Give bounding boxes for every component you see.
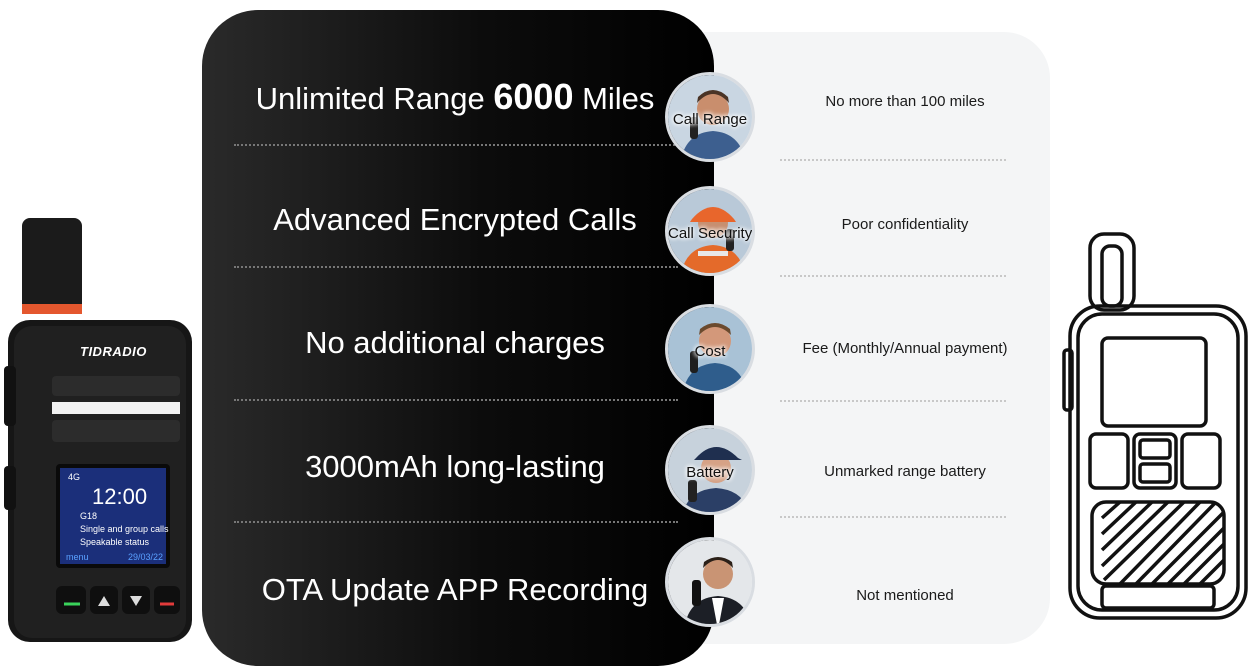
- badge-label: Cost: [694, 343, 726, 360]
- divider: [234, 521, 678, 523]
- competitor-text-5: Not mentioned: [856, 587, 954, 604]
- screen-time: 12:00: [92, 484, 148, 509]
- screen-line-2: Speakable status: [80, 537, 150, 547]
- screen-line-1: Single and group calls: [80, 524, 169, 534]
- advantage-text-2: Advanced Encrypted Calls: [273, 202, 637, 237]
- badge-label: Call Range: [672, 111, 748, 128]
- generic-radio-outline-icon: [1062, 232, 1248, 620]
- divider: [780, 275, 1006, 277]
- call-range-badge: Call Range: [665, 72, 755, 162]
- divider: [780, 159, 1006, 161]
- divider: [234, 144, 678, 146]
- cost-badge: Cost: [665, 304, 755, 394]
- competitor-text-2: Poor confidentiality: [841, 216, 969, 233]
- advantage-text-1: Unlimited Range 6000 Miles: [255, 76, 655, 117]
- divider: [780, 400, 1006, 402]
- advantage-text-5: OTA Update APP Recording: [261, 572, 649, 607]
- divider: [234, 399, 678, 401]
- divider: [234, 266, 678, 268]
- ota-badge: [665, 537, 755, 627]
- screen-softkey-left: menu: [66, 552, 89, 562]
- competitor-text-4: Unmarked range battery: [824, 463, 986, 480]
- competitor-text-1: No more than 100 miles: [825, 93, 985, 110]
- badge-label: Call Security: [668, 225, 753, 242]
- competitor-text-3: Fee (Monthly/Annual payment): [802, 340, 1008, 357]
- badge-label: Battery: [686, 464, 734, 481]
- ota-photo-icon: [668, 540, 752, 624]
- divider: [780, 516, 1006, 518]
- screen-status: 4G: [68, 472, 81, 482]
- brand-logo: TIDRADIO: [80, 344, 147, 359]
- tidradio-product-image: TIDRADIO 4G 12:00 G18 Single and group c…: [0, 216, 200, 646]
- battery-badge: Battery: [665, 425, 755, 515]
- walkie-talkie-icon: [4, 218, 192, 642]
- advantage-text-4: 3000mAh long-lasting: [305, 449, 605, 484]
- screen-softkey-right: 29/03/22: [128, 552, 164, 562]
- call-security-badge: Call Security: [665, 186, 755, 276]
- advantage-text-3: No additional charges: [305, 325, 605, 360]
- screen-group: G18: [80, 511, 98, 521]
